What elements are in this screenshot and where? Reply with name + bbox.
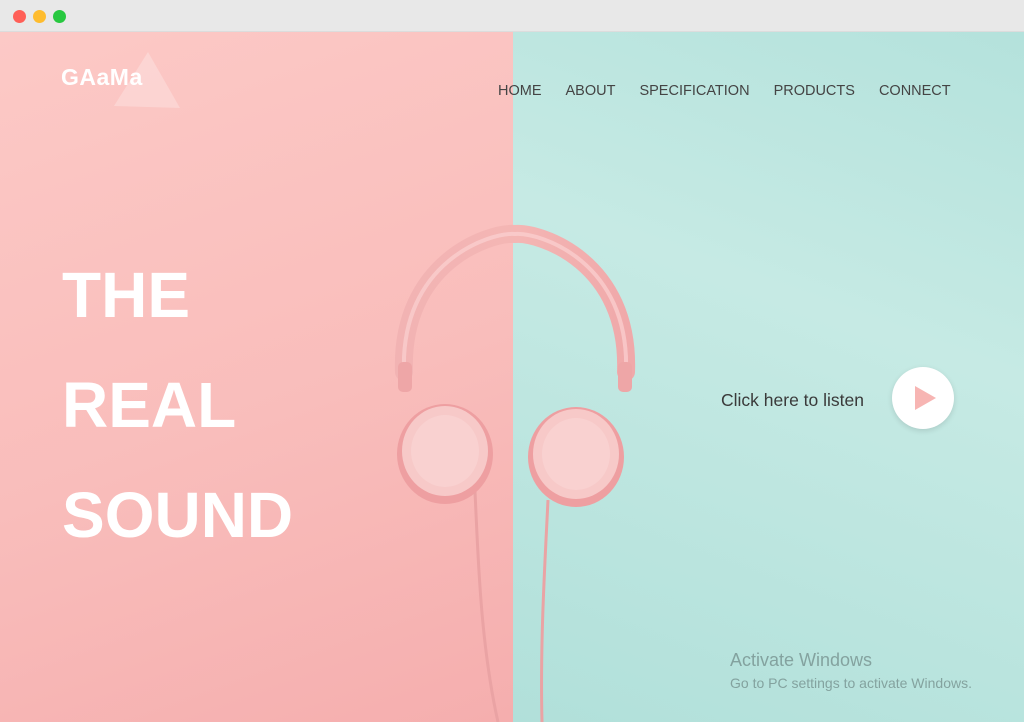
nav-connect[interactable]: CONNECT bbox=[879, 83, 951, 99]
window-titlebar bbox=[0, 0, 1024, 32]
activation-watermark-subtitle: Go to PC settings to activate Windows. bbox=[730, 675, 972, 691]
listen-label[interactable]: Click here to listen bbox=[721, 390, 864, 411]
play-icon bbox=[915, 386, 936, 410]
browser-window: GAaMa HOME ABOUT SPECIFICATION PRODUCTS … bbox=[0, 0, 1024, 722]
play-button[interactable] bbox=[892, 367, 954, 429]
headline-line-2: REAL bbox=[62, 369, 237, 441]
brand-logo[interactable]: GAaMa bbox=[61, 64, 143, 91]
headline-line-1: THE bbox=[62, 259, 190, 331]
minimize-window-button[interactable] bbox=[33, 10, 46, 23]
nav-specification[interactable]: SPECIFICATION bbox=[639, 83, 749, 99]
nav-products[interactable]: PRODUCTS bbox=[774, 83, 855, 99]
activation-watermark-title: Activate Windows bbox=[730, 650, 873, 670]
nav-about[interactable]: ABOUT bbox=[566, 83, 616, 99]
hero-section: GAaMa HOME ABOUT SPECIFICATION PRODUCTS … bbox=[0, 32, 1024, 722]
maximize-window-button[interactable] bbox=[53, 10, 66, 23]
main-nav: HOME ABOUT SPECIFICATION PRODUCTS CONNEC… bbox=[498, 83, 951, 99]
nav-home[interactable]: HOME bbox=[498, 83, 542, 99]
headphones-image bbox=[394, 224, 636, 722]
headline-line-3: SOUND bbox=[62, 479, 294, 551]
close-window-button[interactable] bbox=[13, 10, 26, 23]
